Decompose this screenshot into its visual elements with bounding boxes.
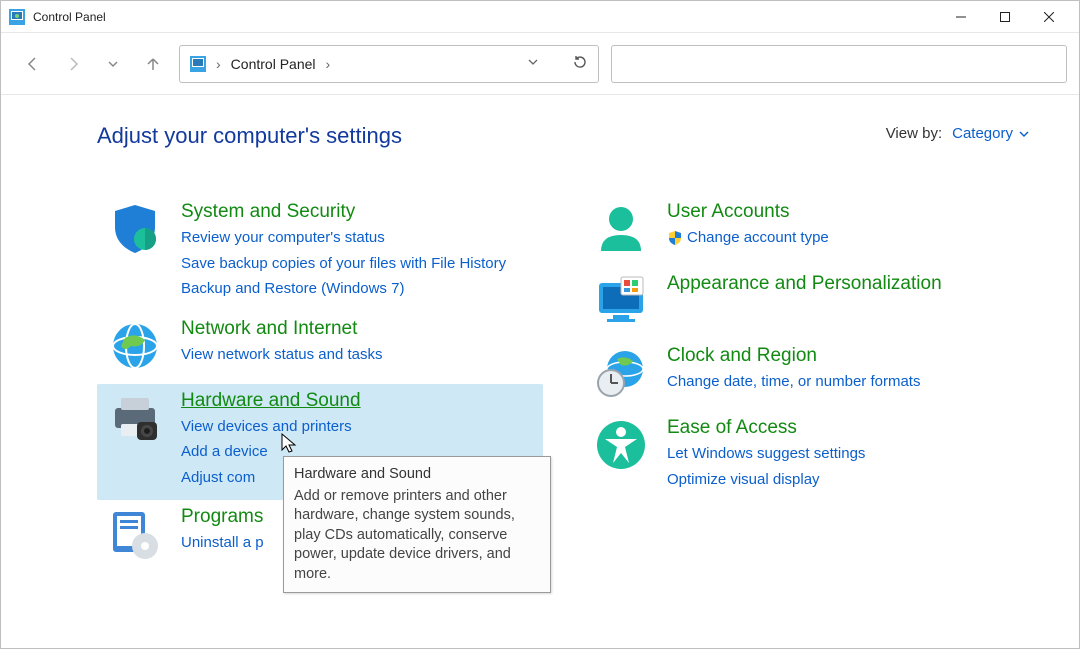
search-input[interactable] — [611, 45, 1067, 83]
chevron-down-icon — [1019, 129, 1029, 139]
maximize-button[interactable] — [983, 2, 1027, 32]
monitor-icon — [593, 273, 649, 329]
categories-right-column: User Accounts Change account type Appear — [583, 195, 1029, 572]
minimize-button[interactable] — [939, 2, 983, 32]
address-bar: › Control Panel › — [1, 33, 1079, 95]
view-by-selector: View by: Category — [886, 125, 1029, 142]
chevron-right-icon[interactable]: › — [216, 56, 221, 72]
category-title[interactable]: Clock and Region — [667, 345, 817, 367]
window-controls — [939, 2, 1071, 32]
category-title[interactable]: Ease of Access — [667, 417, 797, 439]
printer-icon — [107, 390, 163, 446]
up-button[interactable] — [139, 50, 167, 78]
category-clock-region[interactable]: Clock and Region Change date, time, or n… — [583, 339, 1029, 411]
accessibility-icon — [593, 417, 649, 473]
category-ease-of-access[interactable]: Ease of Access Let Windows suggest setti… — [583, 411, 1029, 502]
globe-icon — [107, 318, 163, 374]
category-title[interactable]: Network and Internet — [181, 318, 357, 340]
clock-globe-icon — [593, 345, 649, 401]
category-link[interactable]: Save backup copies of your files with Fi… — [181, 251, 533, 277]
category-user-accounts[interactable]: User Accounts Change account type — [583, 195, 1029, 267]
shield-icon — [107, 201, 163, 257]
recent-locations-button[interactable] — [99, 50, 127, 78]
forward-button[interactable] — [59, 50, 87, 78]
uac-shield-icon — [667, 230, 683, 246]
category-title[interactable]: Hardware and Sound — [181, 390, 361, 412]
window-title: Control Panel — [33, 10, 106, 24]
category-link[interactable]: Optimize visual display — [667, 467, 1019, 493]
category-link[interactable]: Change date, time, or number formats — [667, 369, 1019, 395]
breadcrumb-bar[interactable]: › Control Panel › — [179, 45, 599, 83]
view-by-label: View by: — [886, 125, 942, 142]
mouse-cursor-icon — [281, 433, 301, 460]
category-title[interactable]: Appearance and Personalization — [667, 273, 942, 295]
category-appearance-personalization[interactable]: Appearance and Personalization — [583, 267, 1029, 339]
breadcrumb-root[interactable]: Control Panel — [231, 56, 316, 72]
view-by-value: Category — [952, 125, 1013, 142]
chevron-right-icon[interactable]: › — [326, 56, 331, 72]
category-link[interactable]: View network status and tasks — [181, 342, 533, 368]
category-title[interactable]: User Accounts — [667, 201, 790, 223]
control-panel-breadcrumb-icon — [190, 56, 206, 72]
tooltip-title: Hardware and Sound — [294, 465, 540, 485]
programs-icon — [107, 506, 163, 562]
category-link[interactable]: Let Windows suggest settings — [667, 441, 1019, 467]
back-button[interactable] — [19, 50, 47, 78]
link-label: Change account type — [687, 229, 829, 246]
control-panel-app-icon — [9, 9, 25, 25]
category-title[interactable]: System and Security — [181, 201, 355, 223]
refresh-button[interactable] — [572, 54, 588, 73]
category-link[interactable]: Change account type — [667, 225, 1019, 251]
category-system-security[interactable]: System and Security Review your computer… — [97, 195, 543, 312]
titlebar: Control Panel — [1, 1, 1079, 33]
tooltip: Hardware and Sound Add or remove printer… — [283, 456, 551, 593]
tooltip-body: Add or remove printers and other hardwar… — [294, 487, 540, 585]
category-link[interactable]: Backup and Restore (Windows 7) — [181, 276, 533, 302]
category-link[interactable]: View devices and printers — [181, 414, 533, 440]
address-dropdown-button[interactable] — [526, 55, 540, 72]
nav-buttons — [19, 50, 167, 78]
control-panel-window: Control Panel › Control Panel › — [0, 0, 1080, 649]
view-by-dropdown[interactable]: Category — [952, 125, 1029, 142]
category-link[interactable]: Review your computer's status — [181, 225, 533, 251]
category-network-internet[interactable]: Network and Internet View network status… — [97, 312, 543, 384]
close-button[interactable] — [1027, 2, 1071, 32]
user-icon — [593, 201, 649, 257]
category-title[interactable]: Programs — [181, 506, 263, 528]
